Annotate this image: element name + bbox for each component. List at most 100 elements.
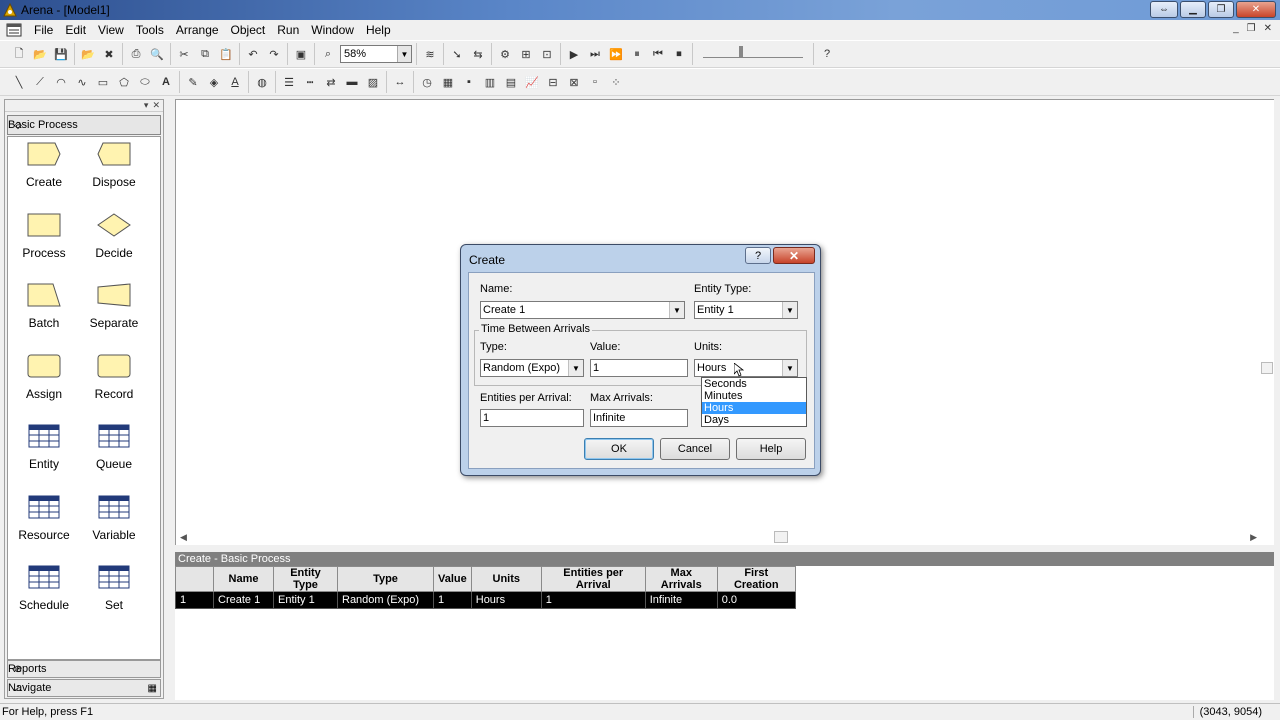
global-icon[interactable]: ▫ [586, 73, 604, 91]
line-color-icon[interactable]: ✎ [184, 73, 202, 91]
view-all-icon[interactable]: ▣ [292, 45, 310, 63]
scroll-left-icon[interactable]: ◀ [180, 532, 187, 543]
smart-connect-icon[interactable]: ⇆ [469, 45, 487, 63]
module-variable[interactable]: Variable [79, 495, 149, 542]
menu-help[interactable]: Help [360, 23, 397, 37]
menu-object[interactable]: Object [225, 23, 272, 37]
new-file-icon[interactable]: 🗋 [10, 45, 28, 63]
menu-arrange[interactable]: Arrange [170, 23, 225, 37]
step-icon[interactable]: ⏭ [586, 45, 604, 63]
module-process[interactable]: Process [9, 213, 79, 260]
chevron-down-icon[interactable]: ▼ [782, 302, 797, 318]
table-cell[interactable]: 1 [540, 591, 646, 609]
grid-view-icon[interactable]: ▦ [148, 683, 157, 694]
redo-icon[interactable]: ↷ [265, 45, 283, 63]
module-queue[interactable]: Queue [79, 424, 149, 471]
menu-window[interactable]: Window [305, 23, 360, 37]
scroll-thumb[interactable] [774, 531, 788, 543]
column-header[interactable]: Value [433, 566, 472, 592]
entities-per-arrival-input[interactable]: 1 [480, 409, 584, 427]
queue-icon[interactable]: ⊟ [544, 73, 562, 91]
mdi-restore-icon[interactable]: ❐ [1247, 23, 1256, 34]
column-header[interactable]: Entities per Arrival [540, 566, 646, 592]
table-row[interactable]: 1 Create 1 Entity 1 Random (Expo) 1 Hours 1 Inf… [175, 591, 796, 609]
fill-color-icon[interactable]: ◈ [205, 73, 223, 91]
level-icon[interactable]: ▥ [481, 73, 499, 91]
menu-edit[interactable]: Edit [59, 23, 92, 37]
mdi-close-icon[interactable]: ✕ [1264, 23, 1272, 34]
table-cell[interactable]: Create 1 [213, 591, 274, 609]
basic-process-panel-header[interactable]: ◇ Basic Process [7, 115, 161, 135]
table-cell[interactable]: 1 [433, 591, 472, 609]
template-attach-icon[interactable]: 📂 [79, 45, 97, 63]
undo-icon[interactable]: ↶ [244, 45, 262, 63]
document-icon[interactable] [6, 23, 22, 37]
text-icon[interactable]: A [157, 73, 175, 91]
copy-icon[interactable]: ⧉ [196, 45, 214, 63]
line-pattern-icon[interactable]: ▬ [343, 73, 361, 91]
start-over-icon[interactable]: ⏮ [649, 45, 667, 63]
close-button[interactable]: ✕ [1236, 1, 1276, 18]
module-separate[interactable]: Separate [79, 283, 149, 330]
module-create[interactable]: Create [9, 142, 79, 189]
entity-type-combo[interactable]: Entity 1 ▼ [694, 301, 798, 319]
minimize-button[interactable]: ▁ [1180, 1, 1206, 18]
fill-pattern-icon[interactable]: ▨ [364, 73, 382, 91]
module-dispose[interactable]: Dispose [79, 142, 149, 189]
scroll-thumb[interactable] [1261, 362, 1273, 374]
type-combo[interactable]: Random (Expo) ▼ [480, 359, 584, 377]
clock-icon[interactable]: ◷ [418, 73, 436, 91]
histogram-icon[interactable]: ▤ [502, 73, 520, 91]
background-color-icon[interactable]: ◍ [253, 73, 271, 91]
module-batch[interactable]: Batch [9, 283, 79, 330]
date-icon[interactable]: ▦ [439, 73, 457, 91]
module-entity[interactable]: Entity [9, 424, 79, 471]
text-color-icon[interactable]: A [226, 73, 244, 91]
layers-icon[interactable]: ≋ [421, 45, 439, 63]
rectangle-icon[interactable]: ▭ [94, 73, 112, 91]
table-cell[interactable]: Entity 1 [273, 591, 338, 609]
row-number[interactable]: 1 [175, 591, 214, 609]
connect-icon[interactable]: ➘ [448, 45, 466, 63]
max-arrivals-input[interactable]: Infinite [590, 409, 688, 427]
column-header[interactable] [175, 566, 214, 592]
save-icon[interactable]: 💾 [52, 45, 70, 63]
navigate-panel-header[interactable]: ⛬ Navigate ▦ [7, 679, 161, 697]
name-combo[interactable]: Create 1 ▼ [480, 301, 685, 319]
ellipse-icon[interactable]: ⬭ [136, 73, 154, 91]
units-option-minutes[interactable]: Minutes [702, 390, 806, 402]
variable-icon[interactable]: ▪ [460, 73, 478, 91]
column-header[interactable]: Name [213, 566, 274, 592]
line-width-icon[interactable]: ☰ [280, 73, 298, 91]
arc-icon[interactable]: ◠ [52, 73, 70, 91]
menu-tools[interactable]: Tools [130, 23, 170, 37]
slider-thumb[interactable] [739, 46, 743, 58]
show-dimensions-icon[interactable]: ↔ [391, 73, 409, 91]
cut-icon[interactable]: ✂ [175, 45, 193, 63]
units-option-days[interactable]: Days [702, 414, 806, 426]
line-style-icon[interactable]: ┅ [301, 73, 319, 91]
resize-icon[interactable]: ⇔ [1150, 1, 1178, 18]
column-header[interactable]: Type [337, 566, 434, 592]
units-combo[interactable]: Hours ▼ [694, 359, 798, 377]
menu-file[interactable]: File [28, 23, 59, 37]
chevron-down-icon[interactable]: ▼ [669, 302, 684, 318]
module-set[interactable]: Set [79, 565, 149, 612]
stop-icon[interactable]: ⏹ [670, 45, 688, 63]
chevron-down-icon[interactable]: ▼ [568, 360, 583, 376]
polyline-icon[interactable]: ⟋ [31, 73, 49, 91]
animation-speed-slider[interactable] [703, 46, 803, 58]
dialog-help-button[interactable]: ? [745, 247, 771, 264]
column-header[interactable]: Entity Type [273, 566, 338, 592]
context-help-icon[interactable]: ? [818, 45, 836, 63]
play-icon[interactable]: ▶ [565, 45, 583, 63]
module-schedule[interactable]: Schedule [9, 565, 79, 612]
line-icon[interactable]: ╲ [10, 73, 28, 91]
help-button[interactable]: Help [736, 438, 806, 460]
cancel-button[interactable]: Cancel [660, 438, 730, 460]
resource-icon[interactable]: ⊠ [565, 73, 583, 91]
module-resource[interactable]: Resource [9, 495, 79, 542]
restore-button[interactable]: ❐ [1208, 1, 1234, 18]
template-detach-icon[interactable]: ✖ [100, 45, 118, 63]
menu-run[interactable]: Run [271, 23, 305, 37]
